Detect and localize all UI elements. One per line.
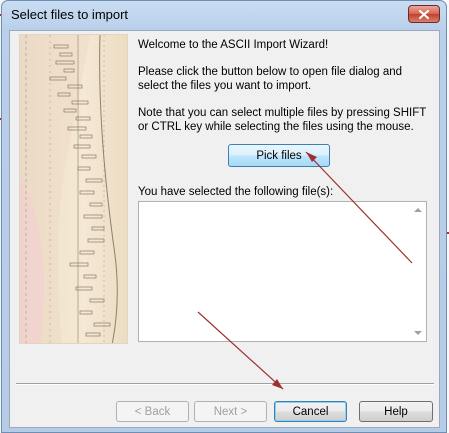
selected-files-label: You have selected the following file(s): xyxy=(138,186,334,198)
cancel-button[interactable]: Cancel xyxy=(274,401,347,422)
scroll-up-icon[interactable] xyxy=(414,208,422,212)
pick-files-button[interactable]: Pick files xyxy=(228,144,330,167)
next-button[interactable]: Next > xyxy=(194,401,267,422)
selected-files-list[interactable] xyxy=(138,201,427,342)
close-button[interactable] xyxy=(408,5,440,23)
footer-separator xyxy=(16,383,434,385)
instructions-text: Please click the button below to open fi… xyxy=(138,66,403,92)
welcome-text: Welcome to the ASCII Import Wizard! xyxy=(138,39,329,51)
back-button[interactable]: < Back xyxy=(116,401,189,422)
note-text: Note that you can select multiple files … xyxy=(138,107,427,133)
side-image-graphic xyxy=(20,35,118,343)
dialog-client-area: Welcome to the ASCII Import Wizard! Plea… xyxy=(9,30,440,428)
vertical-scrollbar[interactable] xyxy=(411,202,426,341)
import-dialog: Select files to import Welcome to the AS… xyxy=(1,0,447,433)
close-icon xyxy=(419,9,429,19)
wizard-side-image xyxy=(19,34,128,344)
title-bar[interactable]: Select files to import xyxy=(2,1,446,31)
window-title: Select files to import xyxy=(11,7,129,22)
help-button[interactable]: Help xyxy=(359,401,433,422)
scroll-down-icon[interactable] xyxy=(414,331,422,335)
